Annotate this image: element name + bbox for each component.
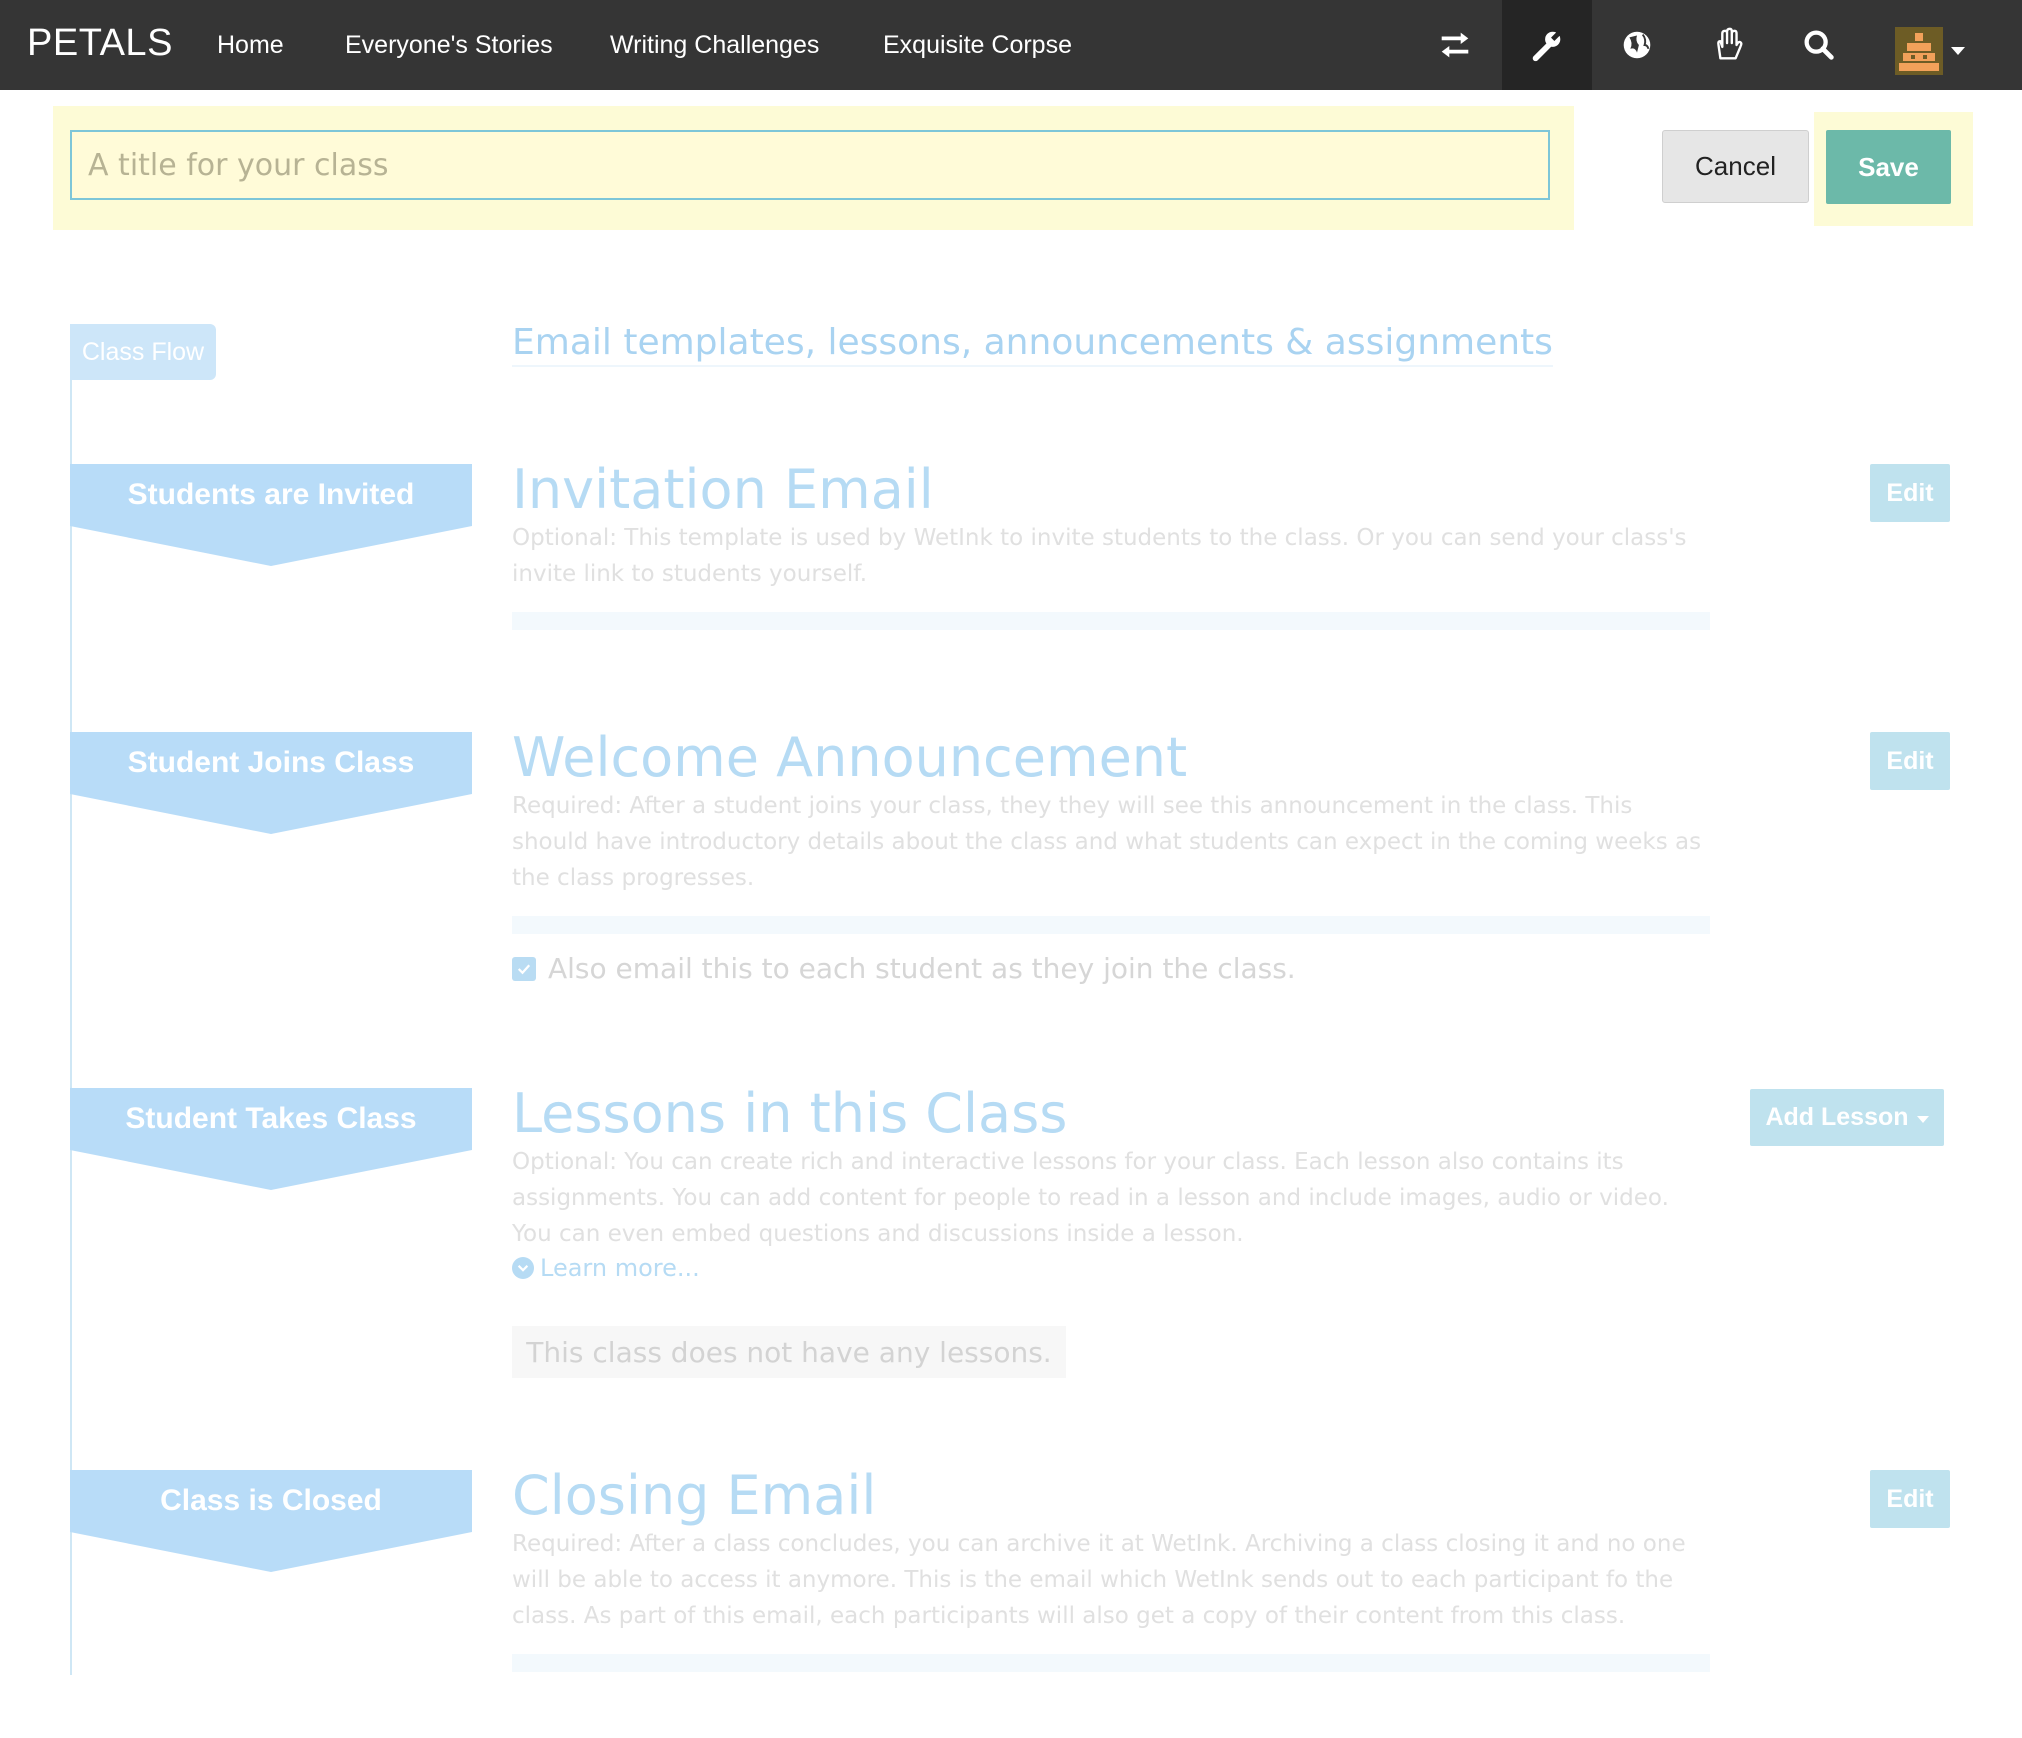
edit-welcome-button[interactable]: Edit bbox=[1870, 732, 1950, 790]
avatar-image bbox=[1895, 27, 1943, 75]
stage-label: Class is Closed bbox=[160, 1484, 382, 1517]
nav-link-writing-challenges[interactable]: Writing Challenges bbox=[610, 31, 819, 60]
hand-icon-svg bbox=[1717, 27, 1743, 60]
lessons-title: Lessons in this Class bbox=[512, 1082, 1068, 1145]
flow-subtitle: Email templates, lessons, announcements … bbox=[512, 322, 1553, 367]
top-navbar: PETALS Home Everyone's Stories Writing C… bbox=[0, 0, 2022, 90]
chevron-circle-down-icon bbox=[512, 1257, 534, 1279]
class-title-input[interactable] bbox=[70, 130, 1550, 200]
transfer-icon-svg bbox=[1441, 32, 1469, 58]
welcome-announcement-description: Required: After a student joins your cla… bbox=[512, 793, 1702, 891]
globe-icon[interactable] bbox=[1592, 0, 1682, 90]
email-on-join-checkbox[interactable] bbox=[512, 956, 536, 981]
email-on-join-label[interactable]: Also email this to each student as they … bbox=[548, 952, 1296, 985]
chevron-down-icon bbox=[517, 1265, 529, 1272]
stage-label: Student Joins Class bbox=[127, 746, 415, 779]
welcome-announcement-preview bbox=[512, 916, 1710, 934]
stage-class-closed: Class is Closed bbox=[70, 1470, 472, 1572]
class-flow-tab: Class Flow bbox=[70, 324, 216, 380]
email-on-join-option[interactable]: Also email this to each student as they … bbox=[512, 952, 1296, 985]
user-menu[interactable] bbox=[1895, 27, 1965, 75]
add-lesson-label: Add Lesson bbox=[1765, 1103, 1909, 1131]
closing-email-title: Closing Email bbox=[512, 1464, 877, 1527]
nav-link-everyones-stories[interactable]: Everyone's Stories bbox=[345, 31, 553, 60]
wrench-icon-svg bbox=[1532, 30, 1562, 62]
globe-icon-svg bbox=[1623, 31, 1651, 59]
edit-invitation-button[interactable]: Edit bbox=[1870, 464, 1950, 522]
stage-label: Students are Invited bbox=[127, 478, 415, 511]
lessons-description: Optional: You can create rich and intera… bbox=[512, 1149, 1669, 1247]
wrench-icon[interactable] bbox=[1502, 0, 1592, 90]
welcome-announcement-title: Welcome Announcement bbox=[512, 726, 1188, 789]
edit-closing-button[interactable]: Edit bbox=[1870, 1470, 1950, 1528]
search-icon[interactable] bbox=[1774, 0, 1864, 90]
learn-more-link[interactable]: Learn more... bbox=[512, 1254, 700, 1282]
caret-down-icon bbox=[1916, 1116, 1929, 1123]
stage-label: Student Takes Class bbox=[125, 1102, 417, 1135]
nav-link-home[interactable]: Home bbox=[217, 31, 284, 60]
closing-email-preview bbox=[512, 1654, 1710, 1672]
cancel-button[interactable]: Cancel bbox=[1662, 130, 1809, 203]
nav-link-exquisite-corpse[interactable]: Exquisite Corpse bbox=[883, 31, 1072, 60]
avatar[interactable] bbox=[1895, 27, 1943, 75]
transfer-icon[interactable] bbox=[1410, 0, 1500, 90]
brand-logo[interactable]: PETALS bbox=[27, 22, 173, 65]
invitation-email-description: Optional: This template is used by WetIn… bbox=[512, 525, 1687, 587]
closing-email-description: Required: After a class concludes, you c… bbox=[512, 1531, 1686, 1629]
invitation-email-preview bbox=[512, 612, 1710, 630]
invitation-email-title: Invitation Email bbox=[512, 458, 934, 521]
stage-student-joins: Student Joins Class bbox=[70, 732, 472, 834]
search-icon-svg bbox=[1804, 30, 1834, 60]
stage-student-takes-class: Student Takes Class bbox=[70, 1088, 472, 1190]
hand-icon[interactable] bbox=[1683, 0, 1773, 90]
chevron-down-icon[interactable] bbox=[1951, 47, 1965, 55]
checkmark-icon bbox=[517, 963, 531, 974]
add-lesson-button[interactable]: Add Lesson bbox=[1750, 1089, 1944, 1146]
learn-more-text[interactable]: Learn more... bbox=[540, 1254, 700, 1282]
stage-students-invited: Students are Invited bbox=[70, 464, 472, 566]
save-button[interactable]: Save bbox=[1826, 130, 1951, 204]
empty-lessons-message: This class does not have any lessons. bbox=[512, 1326, 1066, 1378]
